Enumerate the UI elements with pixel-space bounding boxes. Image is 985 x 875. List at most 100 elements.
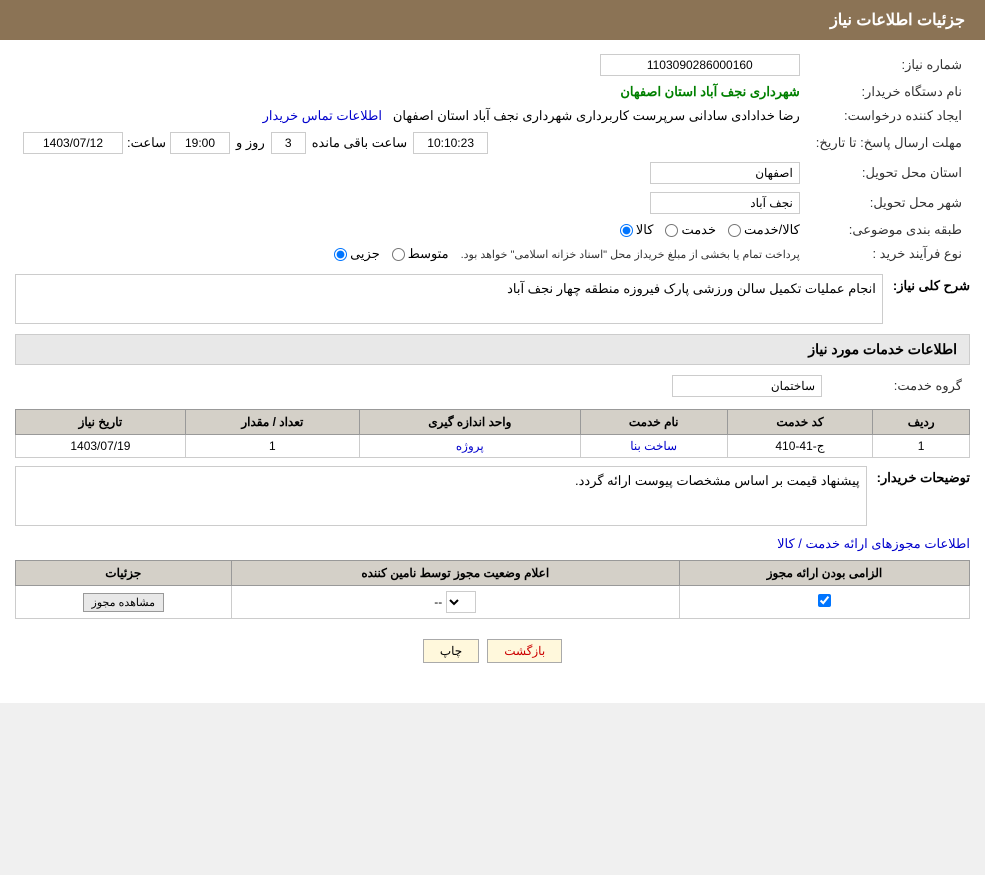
time-section: ساعت:	[23, 132, 230, 154]
need-description-section: شرح کلی نیاز: انجام عملیات تکمیل سالن ور…	[15, 274, 970, 324]
main-content: شماره نیاز: نام دستگاه خریدار: شهرداری ن…	[0, 40, 985, 673]
remaining-label: ساعت باقی مانده	[312, 135, 407, 151]
requester-cell: رضا خدادادی سادانی سرپرست کاربرداری شهرد…	[15, 104, 808, 128]
permissions-table-body: ▼ -- مشاهده مجوز	[16, 586, 970, 619]
province-cell	[15, 158, 808, 188]
table-row: 1 ج-41-410 ساخت بنا پروژه 1 1403/07/19	[16, 435, 970, 458]
perm-status-select[interactable]: ▼	[446, 591, 476, 613]
col-unit: واحد اندازه گیری	[359, 410, 580, 435]
purchase-motavaset-radio[interactable]	[392, 248, 405, 261]
requester-row: ایجاد کننده درخواست: رضا خدادادی سادانی …	[15, 104, 970, 128]
days-input[interactable]	[271, 132, 306, 154]
buyer-notes-value: پیشنهاد قیمت بر اساس مشخصات پیوست ارائه …	[575, 473, 860, 488]
buyer-notes-label: توضیحات خریدار:	[877, 466, 970, 486]
permissions-table-head: الزامی بودن ارائه مجوز اعلام وضعیت مجوز …	[16, 561, 970, 586]
category-cell: کالا/خدمت خدمت کالا	[15, 218, 808, 242]
requester-value: رضا خدادادی سادانی سرپرست کاربرداری شهرد…	[393, 108, 800, 123]
perm-status-container: ▼ --	[240, 591, 671, 613]
category-kala-label: کالا	[636, 222, 654, 238]
deadline-cell: ساعت باقی مانده روز و ساعت:	[15, 128, 808, 158]
need-description-label: شرح کلی نیاز:	[893, 274, 970, 294]
category-kala-khadamat-label: کالا/خدمت	[744, 222, 800, 238]
purchase-motavaset-item[interactable]: متوسط	[392, 246, 449, 262]
city-cell	[15, 188, 808, 218]
category-radio-group: کالا/خدمت خدمت کالا	[23, 222, 800, 238]
resize-handle-2[interactable]	[18, 507, 34, 523]
col-count: تعداد / مقدار	[185, 410, 359, 435]
print-button[interactable]: چاپ	[423, 639, 479, 663]
cell-unit: پروژه	[359, 435, 580, 458]
resize-handle[interactable]	[22, 281, 38, 297]
page-header: جزئیات اطلاعات نیاز	[0, 0, 985, 40]
buyer-notes-container: پیشنهاد قیمت بر اساس مشخصات پیوست ارائه …	[15, 466, 867, 526]
cell-radif: 1	[873, 435, 970, 458]
purchase-jozyi-label: جزیی	[350, 246, 380, 262]
time-input[interactable]	[170, 132, 230, 154]
permissions-link-container: اطلاعات مجوزهای ارائه خدمت / کالا	[15, 536, 970, 552]
page-wrapper: جزئیات اطلاعات نیاز شماره نیاز: نام دستگ…	[0, 0, 985, 703]
services-section-header: اطلاعات خدمات مورد نیاز	[15, 334, 970, 365]
services-table-body: 1 ج-41-410 ساخت بنا پروژه 1 1403/07/19	[16, 435, 970, 458]
cell-name: ساخت بنا	[580, 435, 727, 458]
deadline-label: مهلت ارسال پاسخ: تا تاریخ:	[808, 128, 970, 158]
service-group-table: گروه خدمت:	[15, 371, 970, 401]
cell-date: 1403/07/19	[16, 435, 186, 458]
info-table: شماره نیاز: نام دستگاه خریدار: شهرداری ن…	[15, 50, 970, 266]
deadline-datetime: ساعت باقی مانده روز و ساعت:	[23, 132, 800, 154]
need-number-input[interactable]	[600, 54, 800, 76]
perm-details-cell: مشاهده مجوز	[16, 586, 232, 619]
services-section-label: اطلاعات خدمات مورد نیاز	[808, 341, 957, 357]
purchase-type-row: نوع فرآیند خرید : پرداخت تمام یا بخشی از…	[15, 242, 970, 266]
city-input[interactable]	[650, 192, 800, 214]
col-radif: ردیف	[873, 410, 970, 435]
days-label: روز و	[236, 135, 265, 151]
category-label: طبقه بندی موضوعی:	[808, 218, 970, 242]
province-label: استان محل تحویل:	[808, 158, 970, 188]
contact-link[interactable]: اطلاعات تماس خریدار	[263, 108, 382, 123]
deadline-row: مهلت ارسال پاسخ: تا تاریخ: ساعت باقی مان…	[15, 128, 970, 158]
perm-mandatory-cell	[679, 586, 969, 619]
purchase-type-cell: پرداخت تمام یا بخشی از مبلغ خریداز محل "…	[15, 242, 808, 266]
service-group-row: گروه خدمت:	[15, 371, 970, 401]
permissions-link[interactable]: اطلاعات مجوزهای ارائه خدمت / کالا	[777, 536, 970, 551]
date-input[interactable]	[23, 132, 123, 154]
permissions-table: الزامی بودن ارائه مجوز اعلام وضعیت مجوز …	[15, 560, 970, 619]
need-number-cell	[15, 50, 808, 80]
requester-label: ایجاد کننده درخواست:	[808, 104, 970, 128]
need-number-label: شماره نیاز:	[808, 50, 970, 80]
permissions-data-row: ▼ -- مشاهده مجوز	[16, 586, 970, 619]
purchase-jozyi-item[interactable]: جزیی	[334, 246, 380, 262]
perm-col1: الزامی بودن ارائه مجوز	[679, 561, 969, 586]
purchase-note: پرداخت تمام یا بخشی از مبلغ خریداز محل "…	[461, 248, 800, 261]
purchase-jozyi-radio[interactable]	[334, 248, 347, 261]
buyer-org-value: شهرداری نجف آباد استان اصفهان	[620, 84, 799, 99]
buyer-org-label: نام دستگاه خریدار:	[808, 80, 970, 104]
col-date: تاریخ نیاز	[16, 410, 186, 435]
col-code: کد خدمت	[727, 410, 873, 435]
category-khadamat-radio[interactable]	[665, 224, 678, 237]
view-permit-button[interactable]: مشاهده مجوز	[83, 593, 164, 612]
category-khadamat-item[interactable]: خدمت	[665, 222, 716, 238]
perm-col2: اعلام وضعیت مجوز توسط نامین کننده	[231, 561, 679, 586]
category-kala-khadamat-item[interactable]: کالا/خدمت	[728, 222, 800, 238]
province-input[interactable]	[650, 162, 800, 184]
category-row: طبقه بندی موضوعی: کالا/خدمت خدمت کالا	[15, 218, 970, 242]
services-table-header-row: ردیف کد خدمت نام خدمت واحد اندازه گیری ت…	[16, 410, 970, 435]
back-button[interactable]: بازگشت	[487, 639, 562, 663]
category-kala-radio[interactable]	[620, 224, 633, 237]
category-kala-item[interactable]: کالا	[620, 222, 654, 238]
perm-mandatory-checkbox[interactable]	[818, 594, 831, 607]
time-label: ساعت:	[127, 135, 166, 151]
service-group-input[interactable]	[672, 375, 822, 397]
page-title: جزئیات اطلاعات نیاز	[830, 12, 965, 29]
col-name: نام خدمت	[580, 410, 727, 435]
perm-status-cell: ▼ --	[231, 586, 679, 619]
remaining-time-input[interactable]	[413, 132, 488, 154]
services-table: ردیف کد خدمت نام خدمت واحد اندازه گیری ت…	[15, 409, 970, 458]
category-kala-khadamat-radio[interactable]	[728, 224, 741, 237]
buyer-notes-section: توضیحات خریدار: پیشنهاد قیمت بر اساس مشخ…	[15, 466, 970, 526]
purchase-motavaset-label: متوسط	[408, 246, 449, 262]
purchase-type-label: نوع فرآیند خرید :	[808, 242, 970, 266]
buyer-notes-box: پیشنهاد قیمت بر اساس مشخصات پیوست ارائه …	[15, 466, 867, 526]
perm-col3: جزئیات	[16, 561, 232, 586]
